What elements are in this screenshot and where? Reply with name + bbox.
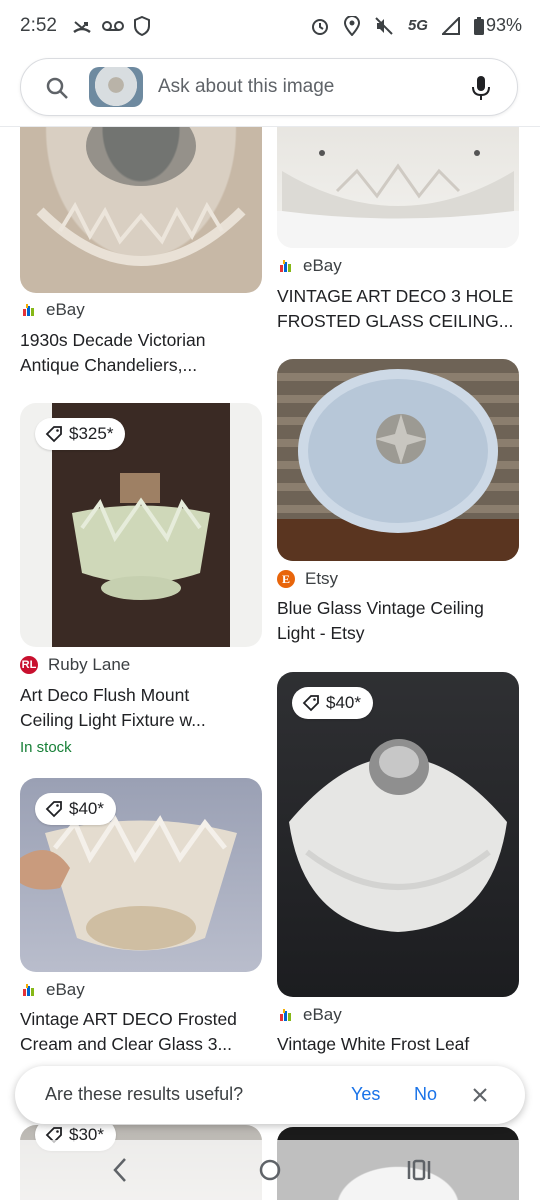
result-image[interactable] [277,127,519,248]
result-source-name: Etsy [305,569,339,588]
close-icon[interactable] [471,1086,489,1104]
result-title-line: Ceiling Light Fixture w... [20,710,206,730]
status-right-icons: 5G 93% [310,15,522,36]
price-tag-icon [45,426,62,443]
lamp-shade-illustration [277,150,519,248]
voicemail-icon [102,21,124,31]
result-title-line: 1930s Decade Victorian [20,330,206,350]
result-title[interactable]: VINTAGE ART DECO 3 HOLE FROSTED GLASS CE… [277,284,527,334]
result-title[interactable]: Art Deco Flush Mount Ceiling Light Fixtu… [20,683,250,733]
price-tag-icon [45,801,62,818]
result-source-name: eBay [46,300,85,319]
system-nav-bar [0,1140,540,1200]
etsy-icon: E [277,570,295,588]
price-value: $40* [326,693,361,712]
missed-call-icon [73,21,91,34]
location-icon [343,15,360,36]
home-icon[interactable] [258,1158,282,1182]
result-image[interactable] [277,672,519,997]
price-value: $40* [69,799,104,818]
result-title-line: Antique Chandeliers,... [20,355,198,375]
result-title[interactable]: Blue Glass Vintage Ceiling Light - Etsy [277,596,507,646]
back-icon[interactable] [108,1156,132,1184]
feedback-yes-button[interactable]: Yes [351,1084,380,1105]
result-title[interactable]: 1930s Decade Victorian Antique Chandelie… [20,328,250,378]
result-title-line: FROSTED GLASS CEILING... [277,311,514,331]
battery-level: 93% [485,15,522,35]
result-image[interactable] [277,359,519,561]
result-source-name: eBay [46,980,85,999]
result-source[interactable]: eBay [22,300,85,320]
status-time: 2:52 [20,15,57,36]
feedback-no-button[interactable]: No [414,1084,437,1105]
status-left-icons [72,16,150,36]
ebay-icon [280,260,291,272]
results-grid: eBay 1930s Decade Victorian Antique Chan… [0,127,540,1200]
result-title-line: Light - Etsy [277,623,365,643]
ebay-icon [280,1009,291,1021]
price-badge: $40* [292,687,373,719]
stock-status: In stock [20,739,72,756]
price-value: $325* [69,424,114,443]
battery-status: 93% [473,15,522,36]
search-bar[interactable]: Ask about this image [20,58,518,116]
result-source[interactable]: eBay [279,1005,342,1025]
price-badge: $325* [35,418,126,450]
lamp-shade-illustration [289,739,507,932]
microphone-icon[interactable] [469,74,493,102]
result-title-line: Blue Glass Vintage Ceiling [277,598,484,618]
signal-icon [441,16,460,35]
search-input[interactable]: Ask about this image [158,76,334,98]
lamp-shade-illustration [36,127,246,266]
feedback-question: Are these results useful? [45,1084,244,1104]
result-title-line: Vintage White Frost Leaf [277,1034,470,1054]
result-title-line: VINTAGE ART DECO 3 HOLE [277,286,514,306]
network-type: 5G [407,17,428,34]
result-source[interactable]: E Etsy [277,569,338,589]
result-source[interactable]: eBay [279,256,342,276]
battery-icon [473,16,484,35]
status-bar: 2:52 5G 93% [0,0,540,52]
result-source-name: eBay [303,256,342,275]
query-image-thumbnail[interactable] [89,67,143,107]
ebay-icon [23,984,34,996]
mute-icon [375,16,393,35]
result-source[interactable]: eBay [22,980,85,1000]
feedback-bar: Are these results useful? Yes No [15,1066,525,1124]
shield-icon [134,16,150,36]
result-title-line: Cream and Clear Glass 3... [20,1034,233,1054]
alarm-icon [311,18,328,35]
result-title[interactable]: Vintage White Frost Leaf [277,1032,507,1057]
result-title[interactable]: Vintage ART DECO Frosted Cream and Clear… [20,1007,250,1057]
ebay-icon [23,304,34,316]
price-badge: $40* [35,793,116,825]
result-source-name: eBay [303,1005,342,1024]
result-title-line: Art Deco Flush Mount [20,685,190,705]
result-image[interactable] [20,127,262,293]
result-source-name: Ruby Lane [48,655,131,674]
result-title-line: Vintage ART DECO Frosted [20,1009,237,1029]
ruby-lane-icon: RL [20,656,38,674]
result-source[interactable]: RL Ruby Lane [20,655,130,675]
recent-apps-icon[interactable] [406,1158,432,1182]
lamp-shade-illustration [277,369,519,561]
search-icon[interactable] [45,76,69,100]
price-tag-icon [302,695,319,712]
